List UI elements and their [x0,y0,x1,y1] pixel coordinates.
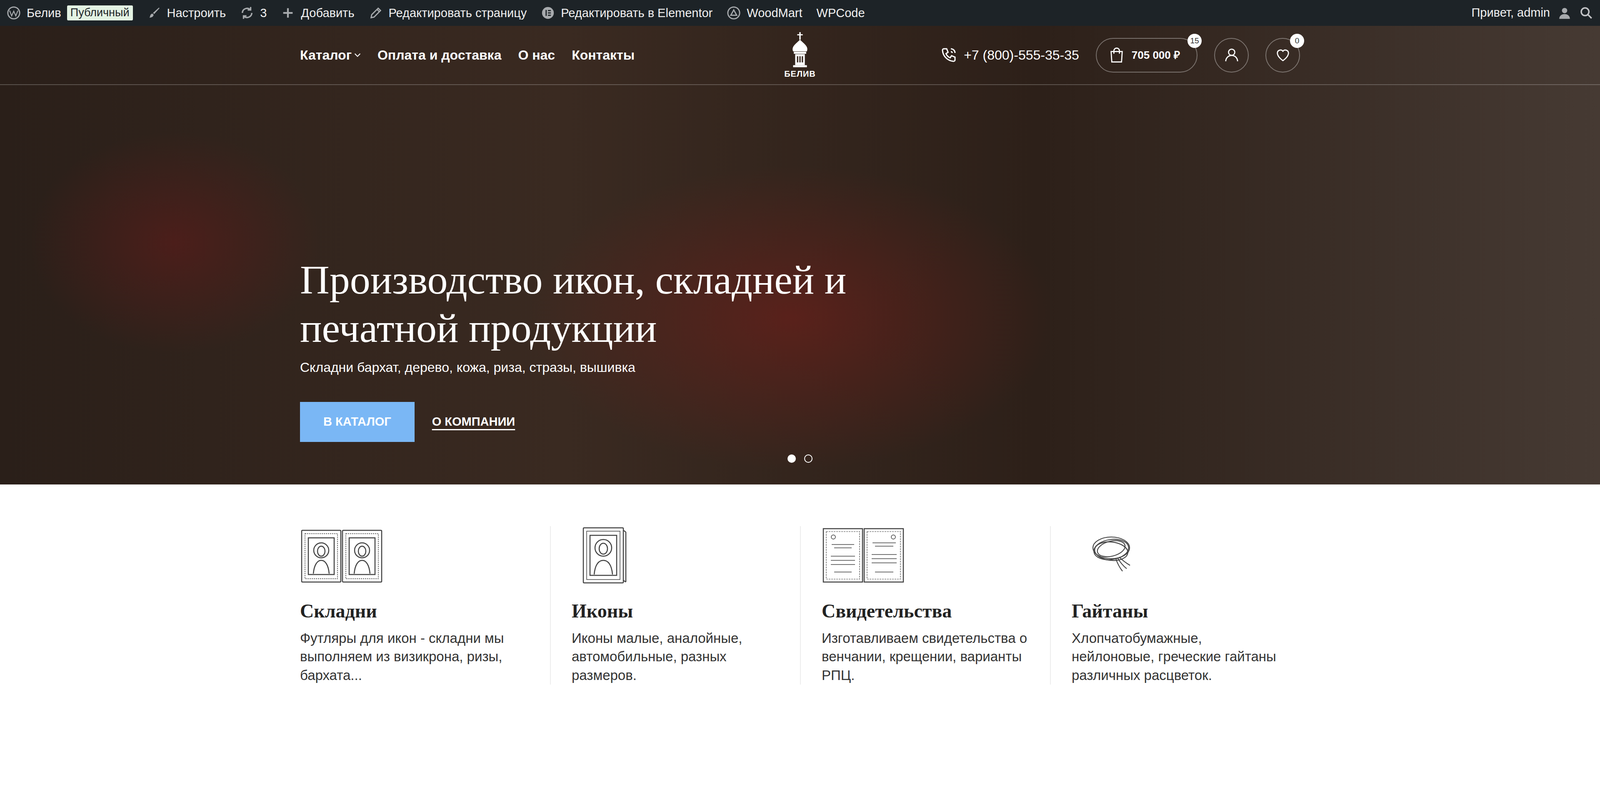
wishlist-button[interactable]: 0 [1265,37,1300,73]
slider-dot[interactable] [804,454,813,463]
admin-account: Привет, admin [1471,3,1594,23]
admin-item[interactable]: Редактировать в Elementor [540,5,713,20]
admin-item-label: Белив [26,7,62,20]
admin-item[interactable]: WoodMart [726,5,803,20]
admin-item-label: Добавить [300,7,355,20]
cart-button[interactable]: 705 000 ₽15 [1095,37,1198,73]
updates-icon [240,5,255,20]
site-header: Каталог Оплата и доставка О нас Контакты БЕЛ… [0,25,1600,85]
admin-item-label: 3 [260,7,267,20]
feature-card[interactable]: Иконы Иконы малые, аналойные, автомобильн… [550,525,800,685]
account-button[interactable] [1214,37,1249,73]
admin-item[interactable]: Настроить [147,5,227,20]
church-dome-icon [786,32,814,68]
hero-content: Производство икон, складней и печатной п… [0,85,1600,485]
hero-title: Производство икон, складней и печатной п… [300,255,988,353]
header-inner: Каталог Оплата и доставка О нас Контакты БЕЛ… [300,25,1300,85]
logo[interactable]: БЕЛИВ [784,32,816,78]
phone-icon [940,46,958,64]
features: Складни Футляры для икон - складни мы вып… [0,484,1600,710]
feature-text: Иконы малые, аналойные, автомобильные, р… [571,628,780,685]
nav-label: Оплата и доставка [377,45,502,65]
nav-label: Каталог [300,45,352,65]
feature-title: Гайтаны [1071,599,1280,623]
avatar-icon [1557,5,1572,20]
nav-label: Контакты [571,45,635,65]
nav-link[interactable]: О нас [517,45,555,65]
user-icon [1223,46,1240,64]
logo-text: БЕЛИВ [784,69,816,78]
woodmart-icon [726,5,741,20]
header-tools: +7 (800)-555-35-35 705 000 ₽15 0 [815,37,1300,73]
feature-card[interactable]: Складни Футляры для икон - складни мы вып… [300,525,550,685]
certificate-icon [821,525,905,585]
nav-link[interactable]: Контакты [571,45,635,65]
site-icon [6,5,21,20]
cord-icon [1071,525,1155,585]
admin-item-label: WPCode [816,7,865,20]
admin-item-label: Редактировать в Elementor [560,7,713,20]
folding-icon [300,525,384,585]
greeting[interactable]: Привет, admin [1471,3,1550,23]
search-icon[interactable] [1579,5,1594,20]
add-icon [280,5,295,20]
slider-dots [0,454,1600,463]
shopping-bag-icon [1108,46,1125,64]
phone-number: +7 (800)-555-35-35 [963,45,1080,65]
admin-item-label: WoodMart [746,7,803,20]
catalog-button[interactable]: В КАТАЛОГ [300,401,415,442]
admin-item-label: Редактировать страницу [388,7,528,20]
admin-bar: Белив Публичный Настроить 3 Добавить Редактир… [0,0,1600,26]
heart-icon [1274,46,1292,64]
admin-item[interactable]: Редактировать страницу [368,5,528,20]
main-nav: Каталог Оплата и доставка О нас Контакты [300,45,785,65]
hero-text: Производство икон, складней и печатной п… [300,255,1300,442]
hero-subtitle: Складни бархат, дерево, кожа, риза, стра… [300,359,1300,375]
admin-item[interactable]: Белив Публичный [6,5,133,21]
feature-text: Хлопчатобумажные, нейлоновые, греческие … [1071,628,1280,685]
admin-menu: Белив Публичный Настроить 3 Добавить Редактир… [6,5,865,21]
feature-text: Футляры для икон - складни мы выполняем … [300,628,509,685]
cart-total: 705 000 ₽ [1131,47,1180,64]
admin-item[interactable]: Добавить [280,5,355,20]
cart-count-badge: 15 [1187,33,1202,48]
edit-icon [368,5,383,20]
slider-dot[interactable] [787,454,796,463]
feature-card[interactable]: Гайтаны Хлопчатобумажные, нейлоновые, гре… [1050,525,1300,685]
nav-link[interactable]: Каталог [300,45,361,65]
admin-item-label: Настроить [167,7,227,20]
nav-label: О нас [517,45,555,65]
hero-slider: Каталог Оплата и доставка О нас Контакты БЕЛ… [0,25,1600,485]
feature-text: Изготавливаем свидетельства о венчании, … [821,628,1030,685]
feature-title: Свидетельства [821,599,1030,623]
customize-icon [147,5,162,20]
feature-card[interactable]: Свидетельства Изготавливаем свидетельства… [800,525,1050,685]
feature-title: Иконы [571,599,780,623]
phone[interactable]: +7 (800)-555-35-35 [940,45,1080,65]
nav-link[interactable]: Оплата и доставка [377,45,502,65]
feature-row: Складни Футляры для икон - складни мы вып… [300,525,1300,685]
icon-icon [571,525,655,585]
admin-item[interactable]: WPCode [816,7,865,20]
admin-item[interactable]: 3 [240,5,267,20]
about-link[interactable]: О КОМПАНИИ [432,412,515,431]
visibility-badge: Публичный [67,5,133,21]
elementor-icon [540,5,555,20]
features-inner: Складни Футляры для икон - складни мы вып… [300,525,1300,685]
feature-title: Складни [300,599,530,623]
hero-actions: В КАТАЛОГ О КОМПАНИИ [300,401,1300,442]
wishlist-count-badge: 0 [1290,33,1305,48]
chevron-down-icon [354,52,361,58]
